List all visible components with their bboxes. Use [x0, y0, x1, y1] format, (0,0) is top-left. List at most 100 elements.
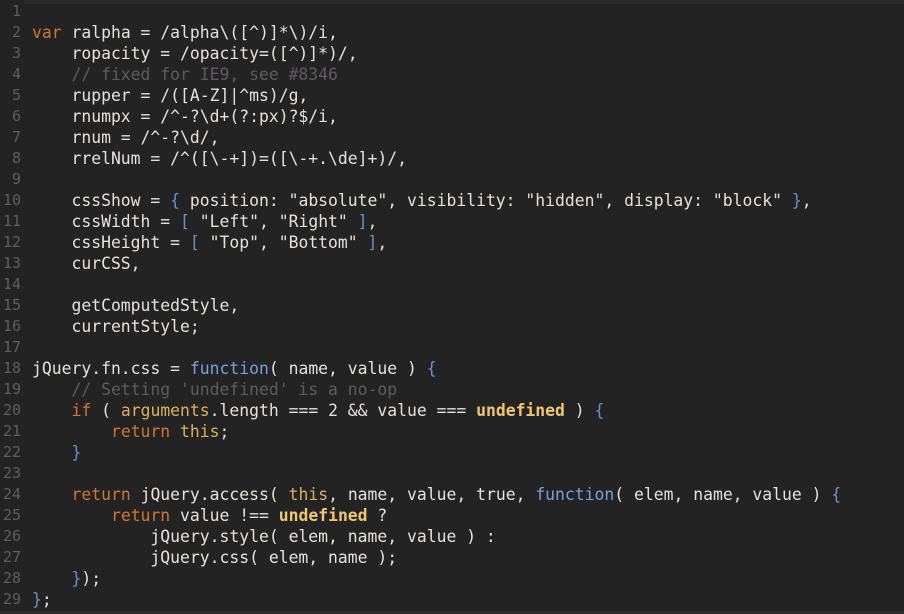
code-token: cssWidth =: [32, 212, 181, 231]
code-token: arguments: [120, 401, 210, 420]
code-token: rnum = /^-?\d/,: [32, 128, 220, 147]
code-line[interactable]: 4 // fixed for IE9, see #8346: [0, 64, 904, 85]
code-token: "Top", "Bottom": [199, 233, 368, 252]
code-token: rnumpx = /^-?\d+(?:px)?$/i,: [32, 107, 338, 126]
code-token: ;: [219, 422, 230, 441]
code-line[interactable]: 22 }: [0, 442, 904, 463]
line-text: rrelNum = /^([\-+])=([\-+.\de]+)/,: [32, 148, 407, 169]
code-line[interactable]: 15 getComputedStyle,: [0, 295, 904, 316]
code-line[interactable]: 6 rnumpx = /^-?\d+(?:px)?$/i,: [0, 106, 904, 127]
code-line[interactable]: 17: [0, 337, 904, 358]
line-number: 16: [2, 317, 21, 335]
line-number: 28: [2, 569, 21, 587]
line-number: 6: [11, 107, 21, 125]
code-editor[interactable]: 1 2 var ralpha = /alpha\([^)]*\)/i, 3 ropac…: [0, 0, 904, 614]
code-token: "Left", "Right": [189, 212, 358, 231]
line-text: cssShow = { position: "absolute", visibi…: [32, 190, 812, 211]
code-token: ropacity = /opacity=([^)]*)/,: [32, 44, 358, 63]
code-token: }: [791, 191, 802, 210]
code-token: }: [32, 590, 42, 609]
code-line[interactable]: 10 cssShow = { position: "absolute", vis…: [0, 190, 904, 211]
code-line[interactable]: 1: [0, 1, 904, 22]
code-line[interactable]: 14: [0, 274, 904, 295]
line-number: 3: [11, 44, 21, 62]
line-number: 14: [2, 275, 21, 293]
line-number: 13: [2, 254, 21, 272]
code-token: {: [831, 485, 842, 504]
code-token: ]: [357, 212, 368, 231]
line-number: 9: [11, 170, 21, 188]
code-token: // Setting 'undefined' is a no-op: [32, 380, 398, 399]
code-line[interactable]: 25 return value !== undefined ?: [0, 505, 904, 526]
line-number: 22: [2, 443, 21, 461]
code-line[interactable]: 27 jQuery.css( elem, name );: [0, 547, 904, 568]
code-line[interactable]: 23: [0, 463, 904, 484]
code-line[interactable]: 8 rrelNum = /^([\-+])=([\-+.\de]+)/,: [0, 148, 904, 169]
line-number: 20: [2, 401, 21, 419]
line-text: return this;: [32, 421, 229, 442]
line-number: 1: [11, 2, 21, 20]
line-text: rupper = /([A-Z]|^ms)/g,: [32, 85, 308, 106]
code-line[interactable]: 3 ropacity = /opacity=([^)]*)/,: [0, 43, 904, 64]
code-line[interactable]: 9: [0, 169, 904, 190]
line-text: // fixed for IE9, see #8346: [32, 64, 338, 85]
code-line[interactable]: 5 rupper = /([A-Z]|^ms)/g,: [0, 85, 904, 106]
code-token: getComputedStyle,: [32, 296, 240, 315]
line-number: 10: [2, 191, 21, 209]
code-line[interactable]: 12 cssHeight = [ "Top", "Bottom" ],: [0, 232, 904, 253]
code-token: curCSS,: [32, 254, 141, 273]
code-token: cssHeight =: [32, 233, 190, 252]
code-token: (: [91, 401, 121, 420]
code-token: // fixed for IE9, see #8346: [32, 65, 338, 84]
code-token: ,: [801, 191, 812, 210]
line-number: 17: [2, 338, 21, 356]
code-token: jQuery.style( elem, name, value ) :: [32, 527, 496, 546]
line-text: getComputedStyle,: [32, 295, 239, 316]
code-token: return: [71, 485, 131, 504]
line-text: if ( arguments.length === 2 && value ===…: [32, 400, 604, 421]
code-line[interactable]: 13 curCSS,: [0, 253, 904, 274]
line-number: 4: [11, 65, 21, 83]
line-text: rnum = /^-?\d/,: [32, 127, 220, 148]
code-token: cssShow =: [32, 191, 171, 210]
code-token: [: [189, 233, 200, 252]
line-text: return value !== undefined ?: [32, 505, 387, 526]
code-line[interactable]: 11 cssWidth = [ "Left", "Right" ],: [0, 211, 904, 232]
line-number: 27: [2, 548, 21, 566]
code-line[interactable]: 24 return jQuery.access( this, name, val…: [0, 484, 904, 505]
code-token: return: [110, 506, 171, 525]
line-text: });: [32, 568, 101, 589]
code-line[interactable]: 7 rnum = /^-?\d/,: [0, 127, 904, 148]
line-text: };: [32, 589, 52, 610]
code-line[interactable]: 28 });: [0, 568, 904, 589]
line-number: 19: [2, 380, 21, 398]
code-token: undefined: [476, 401, 565, 420]
line-number: 15: [2, 296, 21, 314]
code-token: var: [32, 23, 62, 42]
code-token: {: [594, 401, 605, 420]
code-token: position: "absolute", visibility: "hidde…: [180, 191, 792, 210]
code-line[interactable]: 26 jQuery.style( elem, name, value ) :: [0, 526, 904, 547]
code-area[interactable]: 1 2 var ralpha = /alpha\([^)]*\)/i, 3 ropac…: [0, 1, 904, 610]
code-line[interactable]: 21 return this;: [0, 421, 904, 442]
code-line[interactable]: 2 var ralpha = /alpha\([^)]*\)/i,: [0, 22, 904, 43]
code-token: ( elem, name, value ): [614, 485, 832, 504]
code-token: currentStyle;: [32, 317, 200, 336]
code-line[interactable]: 19 // Setting 'undefined' is a no-op: [0, 379, 904, 400]
line-text: curCSS,: [32, 253, 141, 274]
code-token: ralpha = /alpha\([^)]*\)/i,: [61, 23, 338, 42]
line-number: 25: [2, 506, 21, 524]
line-text: }: [32, 442, 81, 463]
code-line[interactable]: 29};: [0, 589, 904, 610]
code-line[interactable]: 16 currentStyle;: [0, 316, 904, 337]
code-token: jQuery.css( elem, name );: [32, 548, 398, 567]
code-line[interactable]: 18 jQuery.fn.css = function( name, value …: [0, 358, 904, 379]
line-number: 18: [2, 359, 21, 377]
code-line[interactable]: 20 if ( arguments.length === 2 && value …: [0, 400, 904, 421]
code-token: jQuery.access(: [130, 485, 289, 504]
code-token: {: [426, 359, 437, 378]
